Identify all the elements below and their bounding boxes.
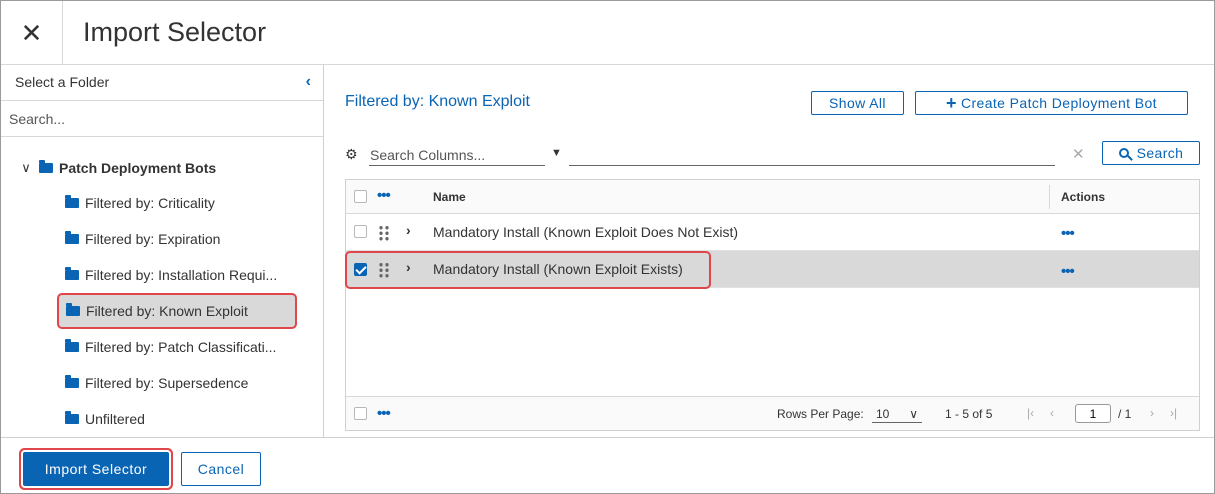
tree-item-label: Filtered by: Known Exploit	[86, 303, 248, 319]
search-button-label: Search	[1136, 145, 1184, 161]
tree-item-expiration[interactable]: Filtered by: Expiration	[58, 221, 298, 257]
column-header-actions: Actions	[1061, 190, 1106, 204]
table-row[interactable]: › Mandatory Install (Known Exploit Exist…	[345, 251, 1199, 289]
table-footer: ••• Rows Per Page: 10 ∨ 1 - 5 of 5 |‹ ‹ …	[346, 396, 1199, 430]
column-menu-icon[interactable]: •••	[377, 188, 391, 203]
first-page-icon[interactable]: |‹	[1027, 406, 1034, 420]
import-selector-button[interactable]: Import Selector	[23, 452, 169, 486]
tree-item-supersedence[interactable]: Filtered by: Supersedence	[58, 365, 298, 401]
tree-root-label: Patch Deployment Bots	[59, 160, 217, 176]
table-header: ••• Name Actions	[346, 180, 1199, 214]
pagination-range: 1 - 5 of 5	[945, 407, 993, 421]
gear-icon[interactable]: ⚙	[345, 146, 358, 163]
search-term-input[interactable]	[569, 144, 1055, 166]
plus-icon: +	[946, 93, 957, 113]
row-checkbox[interactable]	[354, 263, 367, 276]
last-page-icon[interactable]: ›|	[1170, 406, 1177, 420]
chevron-down-icon[interactable]: ∨	[19, 160, 33, 176]
folder-icon	[65, 339, 79, 352]
tree-root-patch-deployment-bots[interactable]: ∨ Patch Deployment Bots	[19, 157, 216, 179]
tree-item-label: Filtered by: Installation Requi...	[85, 267, 278, 283]
table-row[interactable]: › Mandatory Install (Known Exploit Does …	[346, 214, 1199, 251]
folder-icon	[65, 375, 79, 388]
show-all-button[interactable]: Show All	[811, 91, 904, 115]
previous-page-icon[interactable]: ‹	[1050, 406, 1054, 420]
folder-sidebar: Select a Folder ‹ ∨ Patch Deployment Bot…	[1, 65, 324, 437]
dialog-title: Import Selector	[83, 17, 267, 47]
bots-table: ••• Name Actions › Mandatory Install (Kn…	[345, 179, 1200, 431]
rows-per-page-label: Rows Per Page:	[777, 407, 864, 421]
column-header-name[interactable]: Name	[433, 190, 466, 204]
tree-item-label: Filtered by: Patch Classificati...	[85, 339, 277, 355]
tree-item-label: Filtered by: Criticality	[85, 195, 215, 211]
drag-handle-icon[interactable]	[378, 262, 390, 278]
create-button-label: Create Patch Deployment Bot	[960, 95, 1157, 111]
row-actions-icon[interactable]: •••	[1061, 264, 1075, 279]
search-button[interactable]: Search	[1102, 141, 1200, 165]
column-divider[interactable]	[1049, 185, 1050, 209]
collapse-sidebar-icon[interactable]: ‹	[306, 73, 311, 91]
folder-icon	[65, 411, 79, 424]
search-row: ⚙ ▼ ✕ Search	[343, 141, 1203, 171]
tree-item-unfiltered[interactable]: Unfiltered	[58, 401, 298, 437]
folder-icon	[65, 231, 79, 244]
page-total: / 1	[1118, 407, 1132, 421]
sidebar-header: Select a Folder ‹	[1, 65, 323, 101]
row-actions-icon[interactable]: •••	[1061, 226, 1075, 241]
chevron-right-icon[interactable]: ›	[406, 222, 411, 238]
rows-per-page-select[interactable]: 10 ∨	[872, 405, 922, 423]
tree-item-known-exploit[interactable]: Filtered by: Known Exploit	[57, 293, 297, 329]
select-all-checkbox[interactable]	[354, 190, 367, 203]
caret-down-icon[interactable]: ▼	[551, 147, 562, 159]
row-checkbox[interactable]	[354, 225, 367, 238]
folder-icon	[65, 195, 79, 208]
import-selector-dialog: ✕ Import Selector Select a Folder ‹ ∨ Pa…	[0, 0, 1215, 494]
page-title: Filtered by: Known Exploit	[345, 93, 530, 110]
close-icon[interactable]: ✕	[1, 1, 63, 65]
footer-checkbox[interactable]	[354, 407, 367, 420]
tree-item-label: Unfiltered	[85, 411, 145, 427]
folder-icon	[39, 160, 53, 173]
rows-per-page-value: 10	[876, 406, 890, 421]
next-page-icon[interactable]: ›	[1150, 406, 1154, 420]
folder-search	[1, 101, 323, 137]
drag-handle-icon[interactable]	[378, 225, 390, 241]
dialog-header: ✕ Import Selector	[1, 1, 1214, 65]
chevron-down-icon: ∨	[909, 406, 918, 421]
chevron-right-icon[interactable]: ›	[406, 259, 411, 275]
cancel-button[interactable]: Cancel	[181, 452, 261, 486]
tree-item-installation-requirement[interactable]: Filtered by: Installation Requi...	[58, 257, 298, 293]
footer-menu-icon[interactable]: •••	[377, 406, 391, 421]
row-name: Mandatory Install (Known Exploit Does No…	[433, 224, 739, 240]
tree-item-patch-classification[interactable]: Filtered by: Patch Classificati...	[58, 329, 298, 365]
folder-icon	[66, 303, 80, 316]
tree-item-criticality[interactable]: Filtered by: Criticality	[58, 185, 298, 221]
search-icon	[1118, 148, 1129, 158]
row-name: Mandatory Install (Known Exploit Exists)	[433, 261, 683, 277]
search-columns-input[interactable]	[369, 144, 545, 166]
page-number-input[interactable]	[1075, 404, 1111, 423]
main-panel: Filtered by: Known Exploit Show All + Cr…	[325, 65, 1214, 437]
folder-search-input[interactable]	[7, 108, 307, 130]
dialog-footer: Import Selector Cancel	[1, 437, 1214, 493]
sidebar-header-label: Select a Folder	[15, 74, 110, 90]
create-patch-deployment-bot-button[interactable]: + Create Patch Deployment Bot	[915, 91, 1188, 115]
tree-item-label: Filtered by: Expiration	[85, 231, 221, 247]
tree-item-label: Filtered by: Supersedence	[85, 375, 249, 391]
clear-icon[interactable]: ✕	[1072, 145, 1085, 163]
folder-icon	[65, 267, 79, 280]
